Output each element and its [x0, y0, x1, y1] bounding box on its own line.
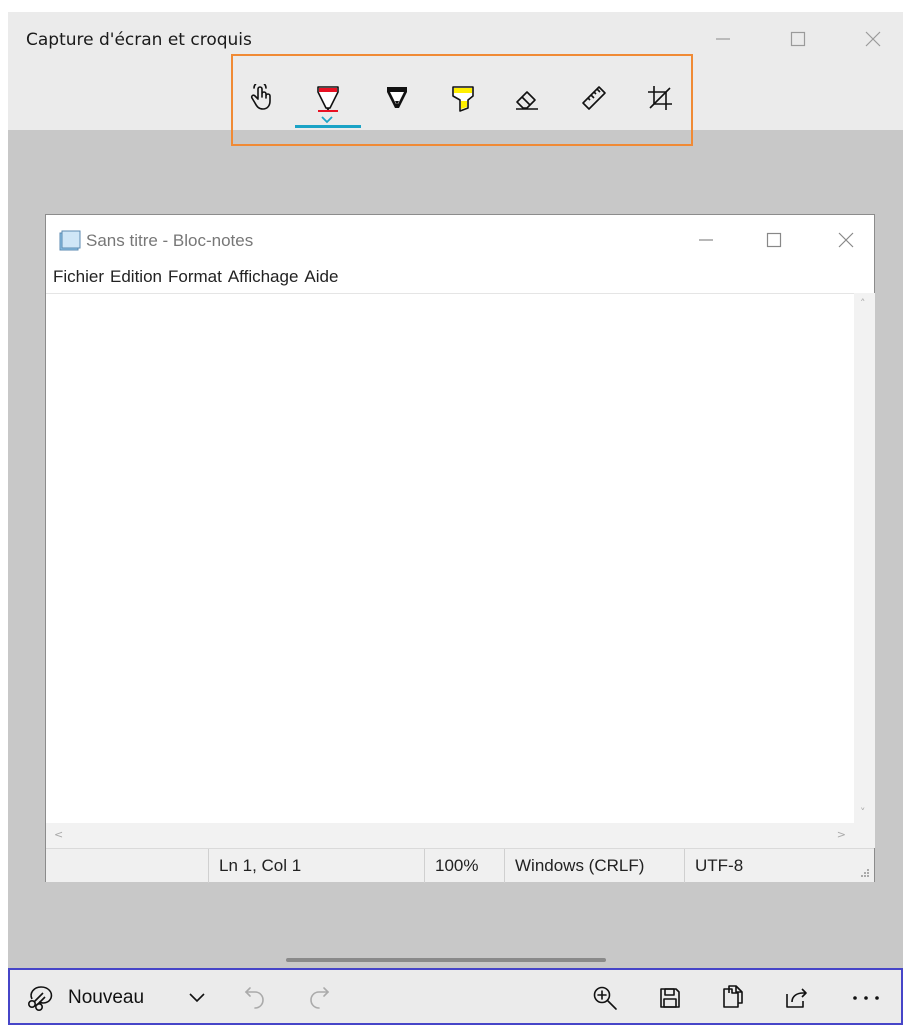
pencil-button[interactable] — [377, 78, 417, 118]
canvas-scroll-handle[interactable] — [286, 958, 606, 962]
scroll-down-icon: ˅ — [860, 806, 866, 819]
ruler-icon — [582, 86, 606, 110]
captured-notepad-window: Sans titre - Bloc-notes Fichier Edition … — [45, 214, 875, 883]
undo-button[interactable] — [238, 982, 272, 1014]
status-zoom: 100% — [424, 849, 504, 883]
chevron-down-icon[interactable] — [320, 115, 334, 125]
notepad-titlebar: Sans titre - Bloc-notes — [46, 215, 874, 263]
share-icon — [786, 988, 807, 1008]
minimize-button[interactable] — [703, 24, 743, 54]
more-icon — [853, 996, 879, 1000]
notepad-statusbar: Ln 1, Col 1 100% Windows (CRLF) UTF-8 — [46, 848, 874, 883]
menu-affichage: Affichage — [227, 267, 299, 286]
copy-button[interactable] — [716, 982, 750, 1014]
notepad-icon — [59, 230, 81, 251]
menu-edition: Edition — [110, 267, 162, 286]
notepad-minimize-icon — [686, 225, 726, 255]
pencil-icon — [387, 87, 407, 108]
crop-button[interactable] — [640, 78, 680, 118]
notepad-title: Sans titre - Bloc-notes — [86, 231, 254, 250]
share-button[interactable] — [780, 982, 814, 1014]
notepad-text-area — [46, 293, 854, 823]
scroll-right-icon: > — [836, 828, 846, 841]
notepad-maximize-icon — [754, 225, 794, 255]
more-options-button[interactable] — [846, 982, 886, 1014]
status-encoding: UTF-8 — [684, 849, 854, 883]
ballpoint-pen-icon — [317, 86, 339, 112]
save-icon — [660, 988, 680, 1008]
menu-format: Format — [168, 267, 222, 286]
menu-fichier: Fichier — [53, 267, 105, 286]
menu-aide: Aide — [304, 267, 339, 286]
undo-icon — [244, 987, 264, 1009]
notepad-horizontal-scrollbar: < > — [46, 823, 854, 848]
new-snip-icon — [27, 986, 53, 1011]
close-icon — [865, 31, 881, 47]
scroll-left-icon: < — [54, 828, 64, 841]
minimize-icon — [716, 38, 730, 40]
status-line-ending: Windows (CRLF) — [504, 849, 684, 883]
notepad-vertical-scrollbar: ˄ ˅ — [854, 293, 875, 823]
ruler-button[interactable] — [574, 78, 614, 118]
scroll-corner — [854, 823, 875, 848]
redo-icon — [310, 987, 330, 1009]
app-title: Capture d'écran et croquis — [26, 30, 252, 50]
highlighter-button[interactable] — [443, 78, 483, 118]
zoom-in-icon — [593, 986, 617, 1010]
chevron-down-icon — [189, 993, 205, 1003]
touch-writing-button[interactable] — [242, 78, 282, 118]
crop-icon — [648, 86, 672, 110]
maximize-icon — [790, 31, 806, 47]
redo-button[interactable] — [302, 982, 336, 1014]
new-snip-button[interactable]: Nouveau — [26, 982, 144, 1014]
touch-hand-icon — [250, 84, 271, 110]
zoom-button[interactable] — [588, 982, 622, 1014]
eraser-icon — [516, 91, 538, 110]
save-button[interactable] — [653, 982, 687, 1014]
ballpoint-pen-button[interactable] — [308, 78, 348, 118]
selected-tool-indicator — [295, 125, 361, 128]
status-position: Ln 1, Col 1 — [208, 849, 424, 883]
highlighter-icon — [452, 86, 474, 112]
bottom-command-bar: Nouveau — [8, 968, 903, 1025]
notepad-close-icon — [826, 225, 866, 255]
copy-icon — [723, 985, 743, 1008]
new-snip-dropdown-button[interactable] — [180, 982, 214, 1014]
new-snip-label: Nouveau — [68, 987, 145, 1008]
snip-and-sketch-window: Capture d'écran et croquis Sans titre - … — [8, 12, 903, 1025]
notepad-menubar: Fichier Edition Format Affichage Aide — [46, 265, 874, 291]
eraser-button[interactable] — [507, 78, 547, 118]
maximize-button[interactable] — [778, 24, 818, 54]
resize-grip-icon — [861, 869, 869, 877]
close-button[interactable] — [853, 24, 893, 54]
scroll-up-icon: ˄ — [860, 297, 866, 310]
